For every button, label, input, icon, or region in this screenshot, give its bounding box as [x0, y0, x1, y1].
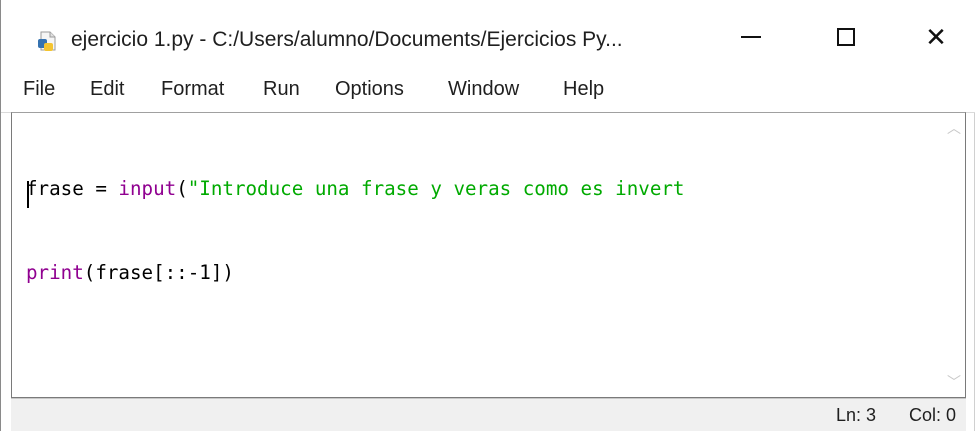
code-line-2: print(frase[::-1]): [26, 259, 684, 287]
status-bar: Ln: 3 Col: 0: [11, 398, 966, 431]
text-cursor: [27, 181, 29, 208]
menu-window[interactable]: Window: [448, 78, 519, 101]
scroll-up-icon[interactable]: ︿: [943, 115, 965, 141]
scroll-down-icon[interactable]: ﹀: [943, 369, 965, 395]
status-line-number: Ln: 3: [836, 405, 877, 425]
token-builtin-print: print: [26, 261, 84, 284]
menu-format[interactable]: Format: [161, 78, 224, 101]
token-builtin-input: input: [118, 177, 177, 200]
menu-run[interactable]: Run: [263, 78, 300, 101]
code-text: frase = input("Introduce una frase y ver…: [26, 119, 684, 397]
vertical-scrollbar[interactable]: ︿ ﹀: [943, 113, 965, 397]
python-file-icon: [38, 31, 56, 51]
title-bar[interactable]: ejercicio 1.py - C:/Users/alumno/Documen…: [1, 0, 975, 72]
close-button[interactable]: ✕: [906, 12, 966, 62]
menu-file[interactable]: File: [23, 78, 55, 101]
token-expression: (frase[::-1]): [83, 261, 234, 284]
code-line-1: frase = input("Introduce una frase y ver…: [26, 175, 684, 203]
token-operator: =: [83, 177, 119, 200]
menu-help[interactable]: Help: [563, 78, 604, 101]
status-column-number: Col: 0: [909, 405, 957, 425]
minimize-icon: [741, 36, 761, 38]
idle-editor-window: ejercicio 1.py - C:/Users/alumno/Documen…: [0, 0, 975, 431]
code-editor[interactable]: frase = input("Introduce una frase y ver…: [11, 112, 966, 398]
menu-options[interactable]: Options: [335, 78, 404, 101]
close-icon: ✕: [925, 21, 947, 52]
token-string: "Introduce una frase y veras como es inv…: [187, 177, 685, 200]
minimize-button[interactable]: [721, 12, 781, 62]
token-paren: (: [176, 177, 188, 200]
token-variable: frase: [26, 177, 84, 200]
window-title: ejercicio 1.py - C:/Users/alumno/Documen…: [71, 28, 623, 51]
maximize-button[interactable]: [816, 12, 876, 62]
menu-bar: File Edit Format Run Options Window Help: [1, 72, 975, 113]
menu-edit[interactable]: Edit: [90, 78, 124, 101]
maximize-icon: [837, 28, 855, 46]
